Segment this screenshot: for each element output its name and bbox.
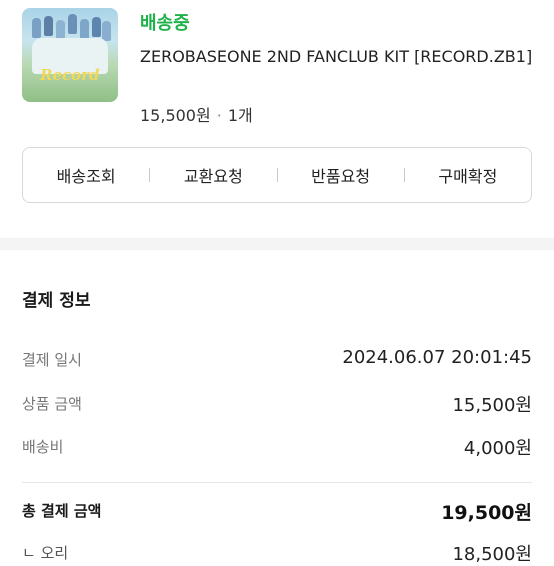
price-quantity: 15,500원 · 1개 <box>140 102 253 126</box>
total-label: 총 결제 금액 <box>22 502 102 520</box>
payment-label: 상품 금액 <box>22 395 82 413</box>
payment-row-shipping: 배송비 4,000원 <box>22 436 532 460</box>
order-action-bar: 배송조회 교환요청 반품요청 구매확정 <box>22 147 532 203</box>
sub-label: ㄴ 오리 <box>22 544 69 562</box>
product-price: 15,500원 <box>140 106 211 125</box>
return-request-button[interactable]: 반품요청 <box>278 163 404 187</box>
payment-label: 결제 일시 <box>22 351 82 369</box>
section-band <box>0 238 554 250</box>
separator-dot: · <box>216 106 222 125</box>
confirm-purchase-button[interactable]: 구매확정 <box>405 163 531 187</box>
record-logo: Record <box>40 66 100 84</box>
payment-row-product-amount: 상품 금액 15,500원 <box>22 393 532 417</box>
track-delivery-button[interactable]: 배송조회 <box>23 163 149 187</box>
payment-value: 4,000원 <box>463 438 532 459</box>
product-thumbnail[interactable]: Record <box>22 8 118 102</box>
product-name[interactable]: ZEROBASEONE 2ND FANCLUB KIT [RECORD.ZB1] <box>140 44 540 70</box>
payment-row-date: 결제 일시 2024.06.07 20:01:45 <box>22 347 532 373</box>
sub-value: 18,500원 <box>452 544 532 565</box>
payment-row-total: 총 결제 금액 19,500원 <box>22 500 532 524</box>
total-divider <box>22 482 532 483</box>
payment-value: 2024.06.07 20:01:45 <box>342 347 532 368</box>
payment-label: 배송비 <box>22 438 64 456</box>
order-product-card: Record 배송중 ZEROBASEONE 2ND FANCLUB KIT [… <box>0 0 554 125</box>
payment-info-title: 결제 정보 <box>22 291 91 311</box>
product-quantity: 1개 <box>227 106 253 125</box>
exchange-request-button[interactable]: 교환요청 <box>150 163 276 187</box>
total-value: 19,500원 <box>441 502 532 524</box>
payment-row-sub: ㄴ 오리 18,500원 <box>22 542 532 566</box>
group-members-illustration <box>30 14 111 41</box>
payment-value: 15,500원 <box>452 395 532 416</box>
delivery-status: 배송중 <box>140 13 190 34</box>
